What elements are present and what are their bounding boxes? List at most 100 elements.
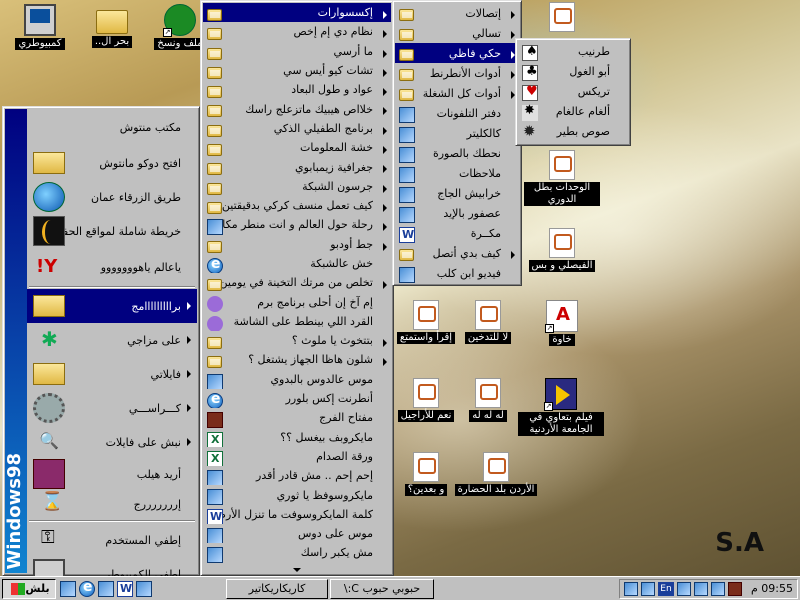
programs-item[interactable]: إم آخ إن أحلى برنامج برم <box>203 292 391 312</box>
programs-item[interactable]: كيف تعمل منسف كركي بدقيقتين <box>203 196 391 215</box>
accessories-item[interactable]: فيديو ابن كلب <box>395 263 519 283</box>
accessories-item[interactable]: عصفور بالإيد <box>395 203 519 223</box>
menu-item-label: تريكس <box>577 84 610 98</box>
submenu-arrow-icon <box>383 30 387 39</box>
programs-item[interactable]: برنامج الطفيلي الذكي <box>203 119 391 138</box>
games-item[interactable]: صوص بطير <box>518 121 628 141</box>
accessories-item[interactable]: كالكليتر <box>395 123 519 143</box>
programs-item[interactable]: نظام دي إم إخص <box>203 22 391 41</box>
menu-item-label: شلون هاظا الجهاز يشتغل ؟ <box>248 353 373 367</box>
start-item-open-doc[interactable]: افتح دوكو مانتوش <box>27 145 197 181</box>
desktop-icon-doc[interactable] <box>524 2 600 32</box>
programs-item[interactable]: خشة المعلومات <box>203 138 391 157</box>
programs-item[interactable]: تخلص من مرتك التخينة في يومين <box>203 273 391 292</box>
programs-item[interactable]: عواد و طول البعاد <box>203 80 391 99</box>
tray-key-icon[interactable] <box>727 581 742 596</box>
programs-item[interactable]: جغرافية زيمبابوي <box>203 157 391 176</box>
outlook-icon[interactable] <box>98 580 114 597</box>
start-item-zarqa-road[interactable]: طريق الزرقاء عمان <box>27 181 197 213</box>
clock[interactable]: 09:55 م <box>751 582 793 595</box>
folder-icon <box>207 201 222 214</box>
accessories-item[interactable]: تسالي <box>395 23 519 43</box>
accessories-item[interactable]: كيف بدي أتصل <box>395 243 519 263</box>
internet-explorer-icon[interactable] <box>79 579 95 597</box>
start-item-office[interactable]: مكتب منتوش <box>27 109 197 145</box>
programs-item[interactable]: رحلة حول العالم و انت منطر مكانك <box>203 215 391 235</box>
document-icon <box>475 378 501 408</box>
task-button-c-drive[interactable]: حبوبي حبوب C:\ <box>330 578 434 599</box>
tray-app-icon[interactable] <box>640 581 655 596</box>
games-item[interactable]: طرنيب <box>518 41 628 61</box>
desktop-icon-folder[interactable]: بحر ال.. <box>74 4 150 48</box>
start-item-help[interactable]: أريد هيلب <box>27 459 197 489</box>
accessories-item[interactable]: أدوات الأنطرنط <box>395 63 519 83</box>
start-item-logoff[interactable]: إطفي المستخدم <box>27 523 197 557</box>
desktop-icon-doc[interactable]: له له له <box>450 378 526 422</box>
tray-app-icon[interactable] <box>623 581 638 596</box>
acrobat-icon: ↗ <box>545 300 578 333</box>
accessories-item[interactable]: نحطك بالصورة <box>395 143 519 163</box>
games-item[interactable]: تريكس <box>518 81 628 101</box>
accessories-item[interactable]: ملاحظات <box>395 163 519 183</box>
accessories-item[interactable]: مكــرة <box>395 223 519 243</box>
word-icon[interactable] <box>117 580 133 597</box>
start-item-favorites[interactable]: على مزاجي <box>27 323 197 357</box>
programs-item[interactable]: موس على دوس <box>203 524 391 544</box>
programs-item[interactable]: بتتخوث يا ملوث ؟ <box>203 331 391 350</box>
programs-item[interactable]: ورقة الصدام <box>203 447 391 467</box>
desktop-icon-acrobat[interactable]: ↗ خاوة <box>524 300 600 346</box>
start-item-documents[interactable]: فايلاتي <box>27 357 197 391</box>
accessories-item[interactable]: إتصالات <box>395 3 519 23</box>
desktop-icon-doc[interactable]: الأردن بلد الحضارة <box>450 452 542 496</box>
start-item-settings[interactable]: كـــراســـي <box>27 391 197 425</box>
submenu-arrow-icon <box>383 49 387 58</box>
menu-more-arrow-icon[interactable] <box>203 563 391 577</box>
programs-item[interactable]: كلمة المايكروسوفت ما تنزل الأرض <box>203 505 391 525</box>
desktop-icon-doc[interactable]: لا للتدخين <box>450 300 526 344</box>
start-item-yahoo[interactable]: ياعالم ياهووووووو <box>27 249 197 285</box>
programs-item[interactable]: خش عالشبكة <box>203 254 391 274</box>
games-item[interactable]: أبو الغول <box>518 61 628 81</box>
programs-item[interactable]: مايكروسوفظ يا ثوري <box>203 485 391 505</box>
programs-item[interactable]: مش يكبر راسك <box>203 543 391 563</box>
programs-item[interactable]: خلااص هيبيك ماتزعلج راسك <box>203 99 391 118</box>
accessories-item[interactable]: دفتر التلفونات <box>395 103 519 123</box>
programs-item[interactable]: القرد اللي بينطط على الشاشة <box>203 312 391 332</box>
desktop-icon-label: إقرأ واستمتع <box>396 332 456 344</box>
accessories-item[interactable]: أدوات كل الشغلة <box>395 83 519 103</box>
programs-item[interactable]: شلون هاظا الجهاز يشتغل ؟ <box>203 350 391 369</box>
desktop-icon-label: و بعدين؟ <box>404 484 448 496</box>
start-item-find[interactable]: نبش على فايلات <box>27 425 197 459</box>
start-button[interactable]: بلش <box>2 578 56 599</box>
accessories-item[interactable]: خرابيش الجاج <box>395 183 519 203</box>
programs-item[interactable]: مايكروبف بيغسل ؟؟ <box>203 428 391 447</box>
channels-icon[interactable] <box>136 580 152 597</box>
games-item[interactable]: ألغام عالغام <box>518 101 628 121</box>
programs-item[interactable]: جرسون الشبكة <box>203 177 391 196</box>
programs-item[interactable]: جط أودبو <box>203 235 391 254</box>
accessories-item[interactable]: حكي فاظي <box>395 43 519 63</box>
programs-item[interactable]: تشات كيو أيس سي <box>203 61 391 80</box>
task-button-caricature[interactable]: كاريكاريكاتير <box>226 578 328 599</box>
start-item-run[interactable]: إرررررررج <box>27 489 197 519</box>
programs-item[interactable]: موس عالدوس بالبدوي <box>203 370 391 389</box>
desktop-icon-doc[interactable]: الفيصلي و بس <box>524 228 600 272</box>
tray-app-icon[interactable] <box>676 581 691 596</box>
submenu-arrow-icon <box>383 88 387 97</box>
programs-item[interactable]: أنطرنت إكس بلورر <box>203 389 391 409</box>
start-item-map[interactable]: خريطة شاملة لمواقع الحفرتل <box>27 213 197 249</box>
show-desktop-icon[interactable] <box>60 580 76 597</box>
programs-item[interactable]: مفتاح الفرج <box>203 408 391 428</box>
system-tray: En 09:55 م <box>618 578 798 599</box>
desktop-icon-doc[interactable]: الوحدات بطل الدوري <box>524 150 600 206</box>
desktop-icon-computer[interactable]: كمبيوطري <box>2 4 78 50</box>
tray-app-icon[interactable] <box>693 581 708 596</box>
programs-item[interactable]: إكسسوارات <box>203 3 391 23</box>
desktop-icon-film[interactable]: ↗ فيلم بتعاوي في الجامعة الأردنية <box>518 378 604 436</box>
programs-item[interactable]: إحم إحم .. مش قادر أقدر <box>203 466 391 486</box>
tray-app-icon[interactable] <box>710 581 725 596</box>
language-indicator[interactable]: En <box>657 581 674 596</box>
menu-item-label: صوص بطير <box>556 124 610 138</box>
start-item-programs[interactable]: برااااااااامج <box>27 289 197 323</box>
programs-item[interactable]: ما أرسي <box>203 42 391 61</box>
